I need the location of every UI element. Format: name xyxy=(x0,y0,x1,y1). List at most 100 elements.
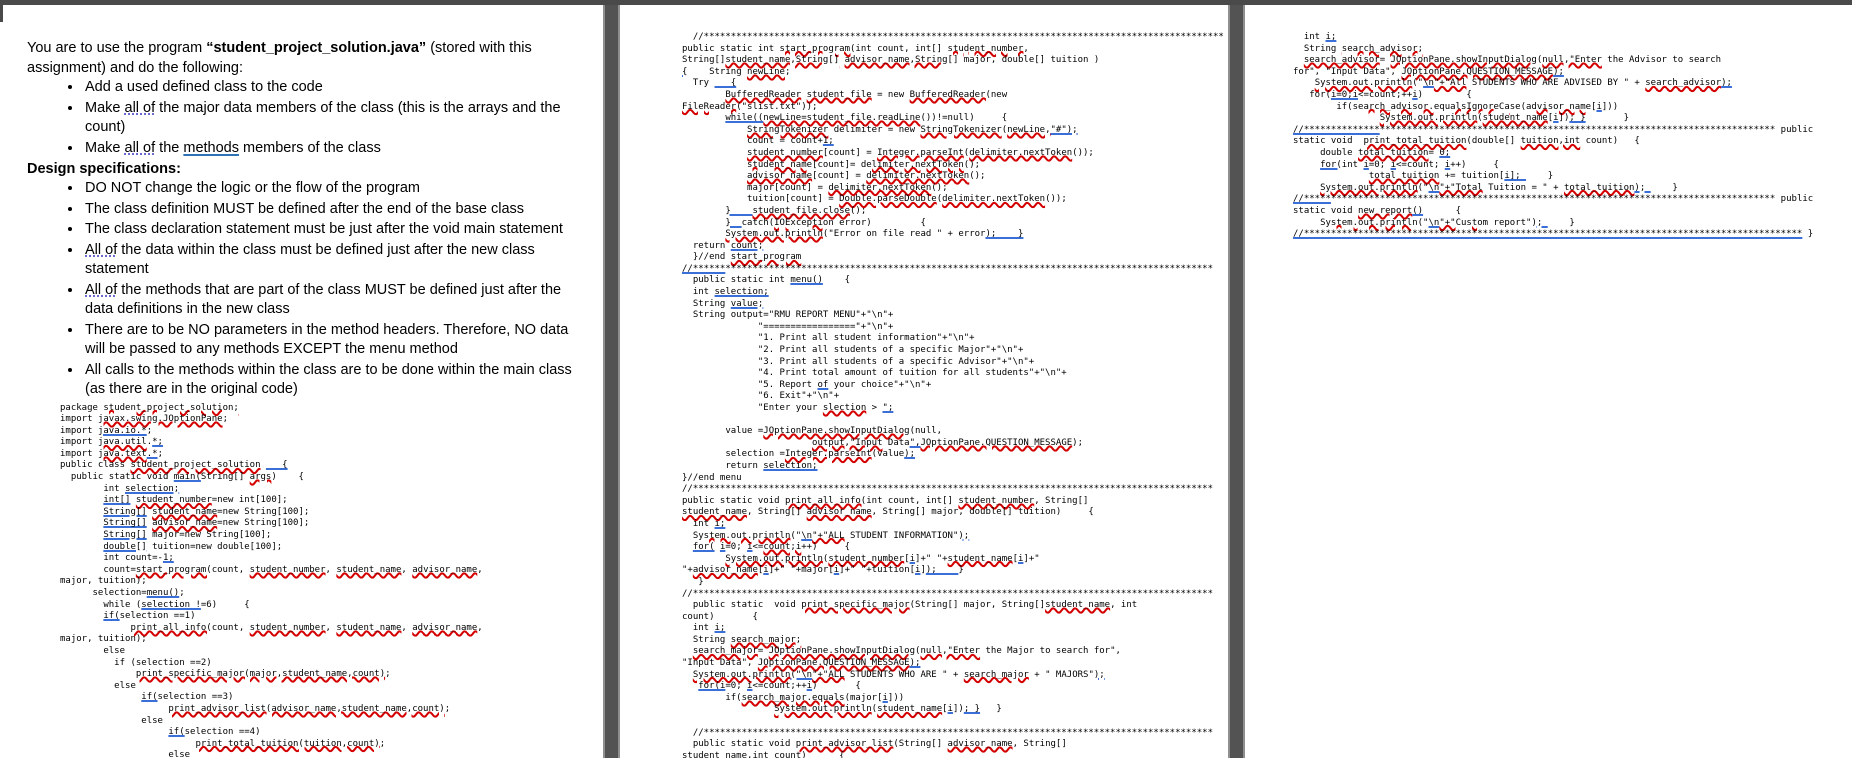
text-segment: advisor_name xyxy=(1526,101,1592,112)
text-segment: new_report xyxy=(1358,205,1413,216)
text-segment: print_specific_major(major,student_name,… xyxy=(135,669,386,680)
text-segment: = new xyxy=(871,89,910,100)
code-line: major, tuition); xyxy=(60,576,593,588)
text-segment: System.out.println xyxy=(725,553,823,564)
text-segment: ]+" "+major[ xyxy=(768,565,834,576)
text-segment: your choice"+"\n"+ xyxy=(828,379,932,390)
text-segment: JOptionPane.showInputDialog xyxy=(768,646,916,657)
text-segment: 0; xyxy=(1439,147,1451,158)
text-segment: Data xyxy=(882,437,910,448)
page-separator-2 xyxy=(1228,0,1245,758)
text-segment: menu() xyxy=(146,588,180,598)
text-segment: selection; xyxy=(714,287,769,298)
code-line: if(selection ==3) xyxy=(60,692,593,704)
text-segment: newLine, xyxy=(1007,124,1051,135)
text-segment: String[] xyxy=(682,55,726,66)
text-segment: , xyxy=(325,564,337,575)
code-line: package student_project_solution; xyxy=(60,403,593,415)
code-line: } catch(IOException error) { xyxy=(682,218,1228,230)
text-segment: student_number xyxy=(947,43,1024,54)
text-segment: public xyxy=(1775,124,1814,135)
code-line: "4. Print total amount of tuition for al… xyxy=(682,368,1228,380)
code-line: public static int start_program(int coun… xyxy=(682,44,1228,56)
text-segment: import xyxy=(60,425,98,436)
text-segment: all of xyxy=(124,139,156,156)
text-segment xyxy=(60,611,103,621)
text-segment: All of xyxy=(85,281,118,298)
code-line: "1. Print all student information"+"\n"+ xyxy=(682,333,1228,345)
text-segment: of xyxy=(817,379,829,390)
text-segment: public class xyxy=(60,460,131,471)
text-segment: static void xyxy=(1293,136,1364,147)
text-segment: delimiter.nextToken xyxy=(866,171,970,182)
text-segment: String xyxy=(1293,43,1342,54)
text-segment: advisor_name xyxy=(947,739,1013,750)
text-segment xyxy=(682,90,725,100)
text-segment xyxy=(1293,78,1315,88)
text-segment: major, double[] tuition ) xyxy=(958,55,1100,66)
text-segment: ; xyxy=(379,738,386,749)
text-segment: String[] xyxy=(103,506,147,517)
text-segment: java.text xyxy=(97,448,147,459)
text-segment: } xyxy=(1526,171,1554,182)
text-segment: ; xyxy=(444,703,451,714)
code-line: String search_major; xyxy=(682,635,1228,647)
text-segment: JOptionPane.showInputDialog xyxy=(1390,55,1537,66)
text-segment: String xyxy=(682,298,731,309)
text-segment: "2. Print all students of a specific Maj… xyxy=(682,345,1024,356)
text-segment: for", "Input Data", xyxy=(1293,66,1402,77)
text-segment: import xyxy=(60,414,98,425)
text-segment: ", xyxy=(909,437,921,448)
text-segment: print_total_tuition xyxy=(1363,136,1467,147)
code-line: public static void print_advisor_list(St… xyxy=(682,739,1228,751)
text-segment: student_name,int xyxy=(682,750,769,758)
code-line: public static void print_all_info(int co… xyxy=(682,496,1228,508)
text-segment: delimiter.nextToken xyxy=(942,194,1046,205)
text-segment: = xyxy=(1428,147,1440,158)
code-line: else xyxy=(60,681,593,693)
code-line: if(search_major.equals(major[i])) xyxy=(682,693,1228,705)
text-segment: for( xyxy=(1320,159,1342,170)
text-segment: , String[] major, double[] tuition) { xyxy=(871,507,1094,518)
text-segment: int xyxy=(682,623,715,634)
text-segment: total_tuition xyxy=(1358,147,1429,158)
text-segment xyxy=(682,681,698,691)
text-segment: StringTokenizer xyxy=(920,124,1002,135)
text-segment: ) { xyxy=(812,681,861,692)
text-segment: count; xyxy=(730,240,764,251)
text-segment: public static void xyxy=(682,600,802,611)
text-segment: ; xyxy=(157,448,163,459)
text-segment: =new int[100]; xyxy=(211,495,288,506)
text-segment: student_file.close xyxy=(752,205,850,216)
text-segment: "6. Exit"+"\n"+ xyxy=(682,391,840,402)
text-segment xyxy=(682,704,774,714)
text-segment: the Major to search for", xyxy=(980,646,1121,657)
text-segment: advisor_name,String[] xyxy=(844,55,959,66)
code-line: if(selection ==1) xyxy=(60,611,593,623)
design-specifications-heading: Design specifications: xyxy=(27,161,181,177)
text-segment: error) { xyxy=(833,217,926,228)
text-segment: System.out.println xyxy=(1320,217,1418,228)
text-segment: i; xyxy=(714,518,726,529)
text-segment: (); xyxy=(931,182,948,193)
code-line: if (selection ==2) xyxy=(60,658,593,670)
text-segment: 1; xyxy=(822,136,834,147)
text-segment: .* xyxy=(146,448,158,459)
code-line: System.out.println("\n"+"Total Tuition =… xyxy=(1293,183,1852,195)
text-segment: for(i xyxy=(698,681,726,692)
text-segment: ]) xyxy=(1558,113,1570,124)
text-segment: "#"); xyxy=(1050,124,1078,135)
text-segment: int xyxy=(1341,159,1364,170)
code-line: int i; xyxy=(1293,32,1852,44)
text-segment: search_advisor.equalsIgnoreCase xyxy=(1352,101,1521,112)
code-line: System.out.println(student_name[i]); } } xyxy=(682,704,1228,716)
code-line: if(selection ==4) xyxy=(60,727,593,739)
bullet-item: All of the data within the class must be… xyxy=(83,241,583,281)
code-line: int count=-1; xyxy=(60,553,593,565)
text-segment: if( xyxy=(168,727,185,738)
text-segment: selection ! xyxy=(141,599,201,610)
code-line: System.out.println(student_name[i]); } } xyxy=(1293,113,1852,125)
code-line: selection =Integer.parseInt(value); xyxy=(682,449,1228,461)
code-line: String value; xyxy=(682,299,1228,311)
